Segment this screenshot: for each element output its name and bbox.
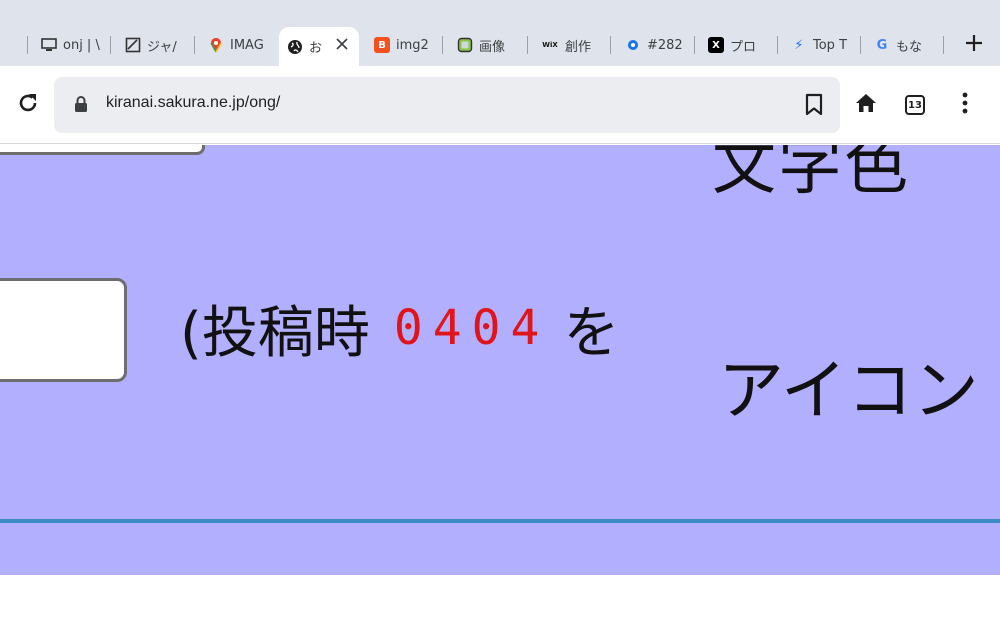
gear-blue-icon	[625, 37, 641, 53]
monitor-icon	[41, 37, 57, 53]
more-vert-icon	[961, 92, 969, 118]
tab-label: もな	[896, 39, 923, 55]
reload-button[interactable]	[10, 87, 46, 123]
tab-6[interactable]: 画像	[449, 30, 517, 60]
wix-icon: WiX	[542, 41, 558, 49]
home-icon	[854, 91, 878, 119]
tab-separator	[610, 36, 611, 54]
tab-strip: onj | \ ジャ/ IMAG お B img2 画像 WiX 創作 #282…	[0, 0, 1000, 66]
tab-label: ジャ/	[147, 39, 177, 55]
google-g-icon: G	[876, 37, 888, 53]
toolbar: kiranai.sakura.ne.jp/ong/ 13	[0, 66, 1000, 144]
tab-separator	[860, 36, 861, 54]
text-input-top[interactable]	[0, 145, 205, 155]
tab-count-badge: 13	[905, 95, 925, 115]
divider	[0, 519, 1000, 523]
instruction-prefix: (投稿時	[180, 300, 370, 366]
tab-separator	[194, 36, 195, 54]
url-text: kiranai.sakura.ne.jp/ong/	[106, 94, 281, 111]
post-code: 0404	[393, 300, 550, 356]
tab-label: IMAG	[230, 37, 264, 53]
home-button[interactable]	[848, 87, 884, 123]
instruction-text: (投稿時 0404 を	[180, 293, 619, 366]
tab-separator	[27, 36, 28, 54]
tab-separator	[777, 36, 778, 54]
tab-10[interactable]: ⚡ Top T	[783, 30, 853, 60]
reload-icon	[16, 91, 40, 119]
tab-11[interactable]: G もな	[866, 30, 936, 60]
tab-separator	[527, 36, 528, 54]
tab-label: 創作	[565, 39, 592, 55]
tab-label: お	[309, 41, 323, 56]
tab-switcher-button[interactable]: 13	[897, 87, 933, 123]
new-tab-button[interactable]	[960, 31, 988, 59]
tab-3[interactable]: IMAG	[200, 30, 270, 60]
tab-separator	[110, 36, 111, 54]
tab-2[interactable]: ジャ/	[117, 30, 187, 60]
image-green-icon	[457, 37, 473, 53]
tab-label: #282	[647, 37, 683, 53]
instruction-suffix: を	[563, 300, 620, 366]
tab-label: Top T	[813, 37, 848, 53]
text-input[interactable]	[0, 278, 127, 382]
tab-8[interactable]: #282	[617, 30, 689, 60]
page-bottom-area	[0, 575, 1000, 625]
icon-label: アイコン	[718, 352, 979, 429]
globe-icon	[287, 39, 303, 55]
tab-separator	[943, 36, 944, 54]
close-icon[interactable]	[333, 35, 351, 53]
menu-button[interactable]	[947, 87, 983, 123]
tab-separator	[694, 36, 695, 54]
tab-5[interactable]: B img2	[366, 30, 434, 60]
lock-icon	[74, 96, 88, 117]
text-color-label: 文字色	[712, 145, 910, 204]
tab-7[interactable]: WiX 創作	[533, 30, 603, 60]
bookmark-icon[interactable]	[804, 93, 824, 121]
page-content: 文字色 (投稿時 0404 を アイコン	[0, 145, 1000, 575]
tab-label: img2	[396, 37, 429, 53]
tab-active[interactable]: お	[279, 27, 359, 66]
address-bar[interactable]: kiranai.sakura.ne.jp/ong/	[54, 77, 840, 133]
image-icon	[125, 37, 141, 53]
tab-label: 画像	[479, 39, 506, 55]
tab-9[interactable]: X プロ	[700, 30, 770, 60]
tab-separator	[442, 36, 443, 54]
tab-label: onj | \	[63, 37, 100, 53]
blogger-b-icon: B	[374, 37, 390, 53]
x-logo-icon: X	[708, 37, 724, 53]
tab-label: プロ	[730, 39, 757, 55]
plus-icon	[964, 33, 984, 57]
maps-pin-icon	[208, 37, 224, 53]
tab-1[interactable]: onj | \	[33, 30, 103, 60]
lightning-icon: ⚡	[794, 37, 804, 53]
